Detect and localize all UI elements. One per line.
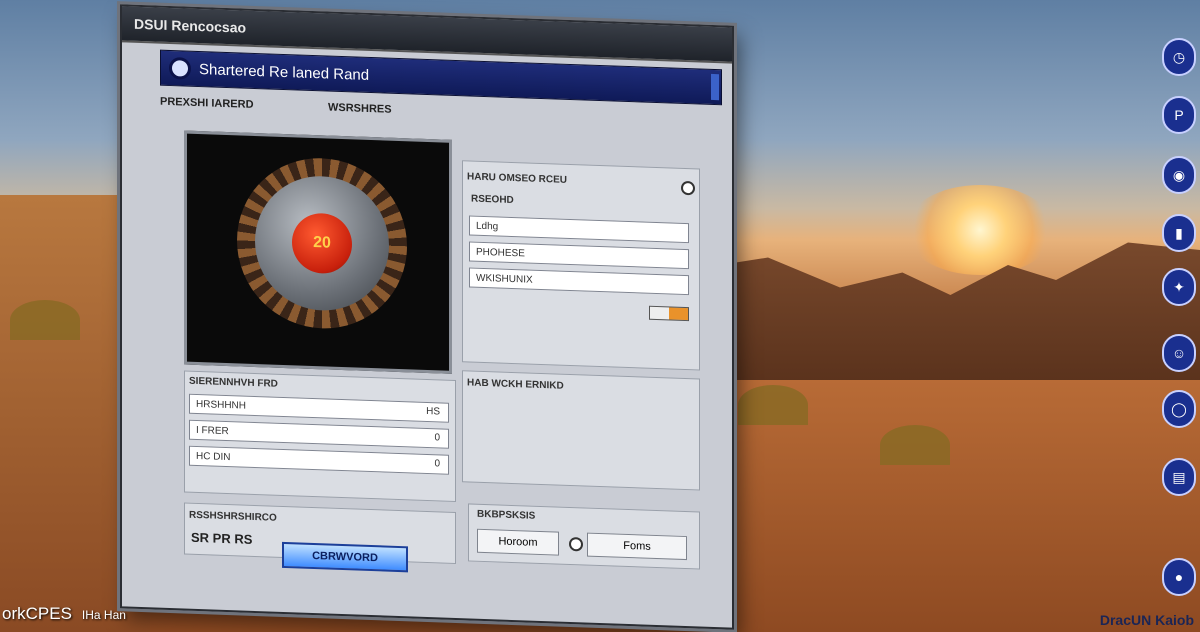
window-title: Shartered Re laned Rand bbox=[199, 60, 370, 84]
title-scroll-handle[interactable] bbox=[711, 73, 719, 101]
input-field-1-value: Ldhg bbox=[476, 220, 499, 232]
tab-web[interactable]: WSRSHRES bbox=[328, 102, 392, 116]
right-section-panel: HAB WCKH ERNIKD bbox=[462, 370, 700, 491]
face-icon[interactable]: ☺ bbox=[1162, 334, 1196, 372]
dock: ◷ P ◉ ▮ ✦ ☺ ◯ ▤ ● bbox=[1162, 38, 1198, 598]
disk: 20 bbox=[255, 173, 389, 313]
list-row-2-label: I FRER bbox=[196, 424, 229, 437]
bottom-right-panel: BKBPSKSIS Horoom Foms bbox=[468, 503, 700, 570]
round-icon[interactable]: ● bbox=[1162, 558, 1196, 596]
watermark-left-text: orkCPES bbox=[2, 604, 72, 623]
horoom-button[interactable]: Horoom bbox=[477, 528, 559, 556]
progress-indicator bbox=[649, 305, 689, 322]
list-row-3[interactable]: HC DIN 0 bbox=[189, 445, 449, 475]
tab-preview[interactable]: PREXSHI IARERD bbox=[160, 96, 254, 111]
list-row-1[interactable]: HRSHHNH HS bbox=[189, 393, 449, 423]
input-field-3[interactable]: WKISHUNIX bbox=[469, 267, 689, 296]
watermark-right: DracUN Kaiob bbox=[1099, 612, 1194, 628]
list-row-3-label: HC DIN bbox=[196, 450, 231, 463]
sun bbox=[905, 185, 1055, 275]
grass-tuft bbox=[10, 300, 80, 340]
left-panel-header: SIERENNHVH FRD bbox=[189, 375, 278, 390]
right-panel-radio[interactable] bbox=[681, 180, 695, 196]
eye-icon[interactable]: ◉ bbox=[1162, 156, 1196, 194]
gear-icon: 20 bbox=[237, 155, 407, 332]
app-icon bbox=[169, 56, 191, 80]
bottom-left-label: RSSHSHRSHIRCO bbox=[189, 509, 277, 524]
input-field-2-value: PHOHESE bbox=[476, 246, 525, 259]
section-title: HAB WCKH ERNIKD bbox=[467, 377, 564, 392]
watermark-left-sub: IHa Han bbox=[81, 608, 126, 622]
grass-tuft bbox=[738, 385, 808, 425]
primary-button[interactable]: CBRWVORD bbox=[282, 541, 408, 573]
list-row-2[interactable]: I FRER 0 bbox=[189, 419, 449, 449]
input-field-2[interactable]: PHOHESE bbox=[469, 241, 689, 270]
watermark-left: orkCPES IHa Han bbox=[2, 604, 126, 624]
preview-image: 20 bbox=[184, 130, 452, 374]
page-icon[interactable]: ▮ bbox=[1162, 214, 1196, 252]
chart-icon[interactable]: ▤ bbox=[1162, 458, 1196, 496]
clock-icon[interactable]: ◷ bbox=[1162, 38, 1196, 76]
list-row-1-label: HRSHHNH bbox=[196, 398, 246, 412]
group-label: RSEOHD bbox=[471, 193, 514, 207]
p-icon[interactable]: P bbox=[1162, 96, 1196, 134]
list-row-2-suffix: 0 bbox=[434, 432, 440, 444]
input-field-1[interactable]: Ldhg bbox=[469, 215, 689, 244]
bottom-right-label: BKBPSKSIS bbox=[477, 508, 536, 522]
right-panel-header: HARU OMSEO RCEU bbox=[467, 171, 568, 186]
list-row-3-suffix: 0 bbox=[434, 458, 440, 470]
bottom-left-value: SR PR RS bbox=[191, 529, 253, 547]
shield-icon[interactable]: ✦ bbox=[1162, 268, 1196, 306]
main-window: DSUI Rencocsao Shartered Re laned Rand P… bbox=[120, 4, 734, 630]
circle-icon[interactable]: ◯ bbox=[1162, 390, 1196, 428]
red-knob[interactable]: 20 bbox=[292, 212, 352, 275]
grass-tuft bbox=[880, 425, 950, 465]
input-field-3-value: WKISHUNIX bbox=[476, 272, 533, 286]
list-row-1-suffix: HS bbox=[426, 405, 440, 418]
right-panel: HARU OMSEO RCEU RSEOHD Ldhg PHOHESE WKIS… bbox=[462, 160, 700, 371]
foms-radio[interactable] bbox=[569, 536, 583, 552]
foms-option[interactable]: Foms bbox=[587, 532, 687, 561]
left-list-panel: SIERENNHVH FRD HRSHHNH HS I FRER 0 HC DI… bbox=[184, 370, 456, 503]
